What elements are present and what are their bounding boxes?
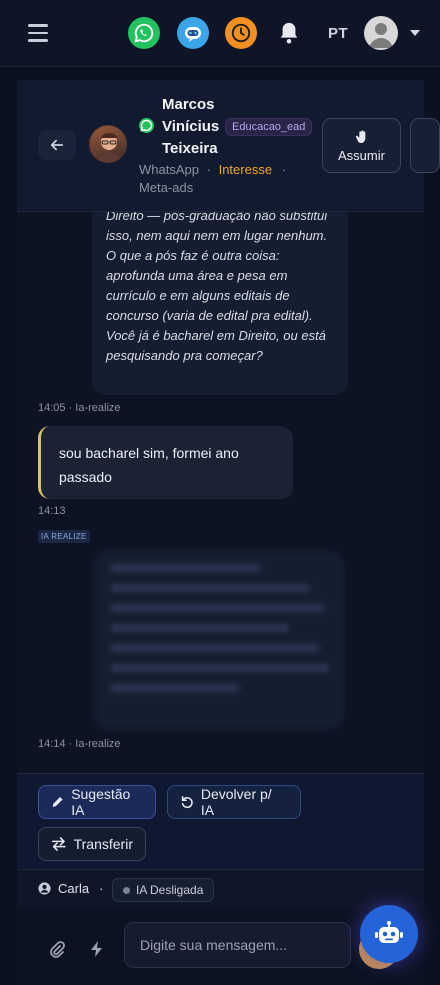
assume-button[interactable]: Assumir [322, 118, 401, 173]
contact-name-line: Teixeira [162, 140, 218, 157]
separator: · [281, 162, 287, 177]
lightning-icon[interactable] [90, 940, 104, 958]
ai-message-bubble: Direito — pós-graduação não substitui is… [92, 212, 348, 395]
chat-panel: Marcos Vinícius Teixeira Educacao_ead Wh… [17, 80, 440, 985]
hand-icon [355, 129, 365, 143]
message-time: 14:13 [38, 505, 66, 517]
ia-status-label: IA Desligada [136, 883, 204, 897]
message-text: sou bacharel sim, formei ano passado [59, 445, 239, 485]
hamburger-icon[interactable] [28, 24, 48, 42]
top-bar: PT [0, 0, 440, 67]
chat-header: Marcos Vinícius Teixeira Educacao_ead Wh… [17, 80, 440, 212]
channel-label: WhatsApp [139, 162, 199, 177]
robot-icon [375, 921, 403, 943]
undo-icon [181, 796, 193, 809]
message-time: 14:05 · Ia-realize [38, 402, 121, 414]
button-label: Transferir [73, 836, 133, 852]
message-text: Direito — pós-graduação não substitui is… [106, 212, 328, 363]
blurred-ai-message [94, 550, 344, 730]
message-input[interactable] [124, 922, 351, 968]
status-badge: Interesse [218, 162, 273, 177]
transfer-button[interactable]: Transferir [38, 827, 146, 861]
pencil-icon [52, 797, 63, 807]
action-panel: Sugestão IA Devolver p/ IA Transferir [17, 773, 424, 869]
contact-avatar[interactable] [89, 125, 127, 163]
back-button[interactable] [38, 130, 76, 160]
ai-assistant-fab[interactable] [360, 905, 418, 963]
whatsapp-icon[interactable] [128, 17, 160, 49]
arrow-left-icon [50, 139, 64, 151]
user-icon [38, 882, 51, 895]
ia-badge: IA REALIZE [38, 530, 90, 543]
operator-name: Carla [58, 881, 90, 896]
contact-tag[interactable]: Educacao_ead [225, 118, 313, 136]
chatbot-icon[interactable] [177, 17, 209, 49]
operator-info: Carla · [38, 881, 103, 896]
operator-bar: Carla · IA Desligada [17, 869, 424, 909]
assume-label: Assumir [338, 147, 385, 163]
separator: · [99, 881, 104, 896]
chevron-down-icon[interactable] [410, 30, 420, 36]
bell-icon[interactable] [278, 21, 300, 45]
message-time: 14:14 · Ia-realize [38, 738, 121, 750]
more-actions-button[interactable] [410, 118, 440, 173]
clock-icon[interactable] [225, 17, 257, 49]
contact-name-line: Marcos [162, 96, 215, 113]
separator: · [206, 162, 211, 177]
paperclip-icon[interactable] [49, 941, 65, 959]
button-label: Devolver p/ IA [200, 786, 272, 818]
button-label: Sugestão IA [71, 786, 131, 818]
ia-status-badge[interactable]: IA Desligada [112, 878, 215, 902]
whatsapp-icon [139, 118, 154, 133]
transfer-icon [51, 837, 66, 851]
contact-meta: WhatsApp · Interesse · [139, 162, 286, 177]
user-avatar-icon[interactable] [364, 16, 398, 50]
return-to-ai-button[interactable]: Devolver p/ IA [167, 785, 301, 819]
contact-name-line: Vinícius [162, 118, 220, 135]
language-selector[interactable]: PT [328, 25, 348, 42]
user-message-bubble: sou bacharel sim, formei ano passado [38, 426, 293, 499]
status-dot [123, 886, 130, 894]
source-label: Meta-ads [139, 180, 194, 195]
suggest-ai-button[interactable]: Sugestão IA [38, 785, 156, 819]
contact-name: Marcos Vinícius Teixeira [162, 94, 232, 160]
